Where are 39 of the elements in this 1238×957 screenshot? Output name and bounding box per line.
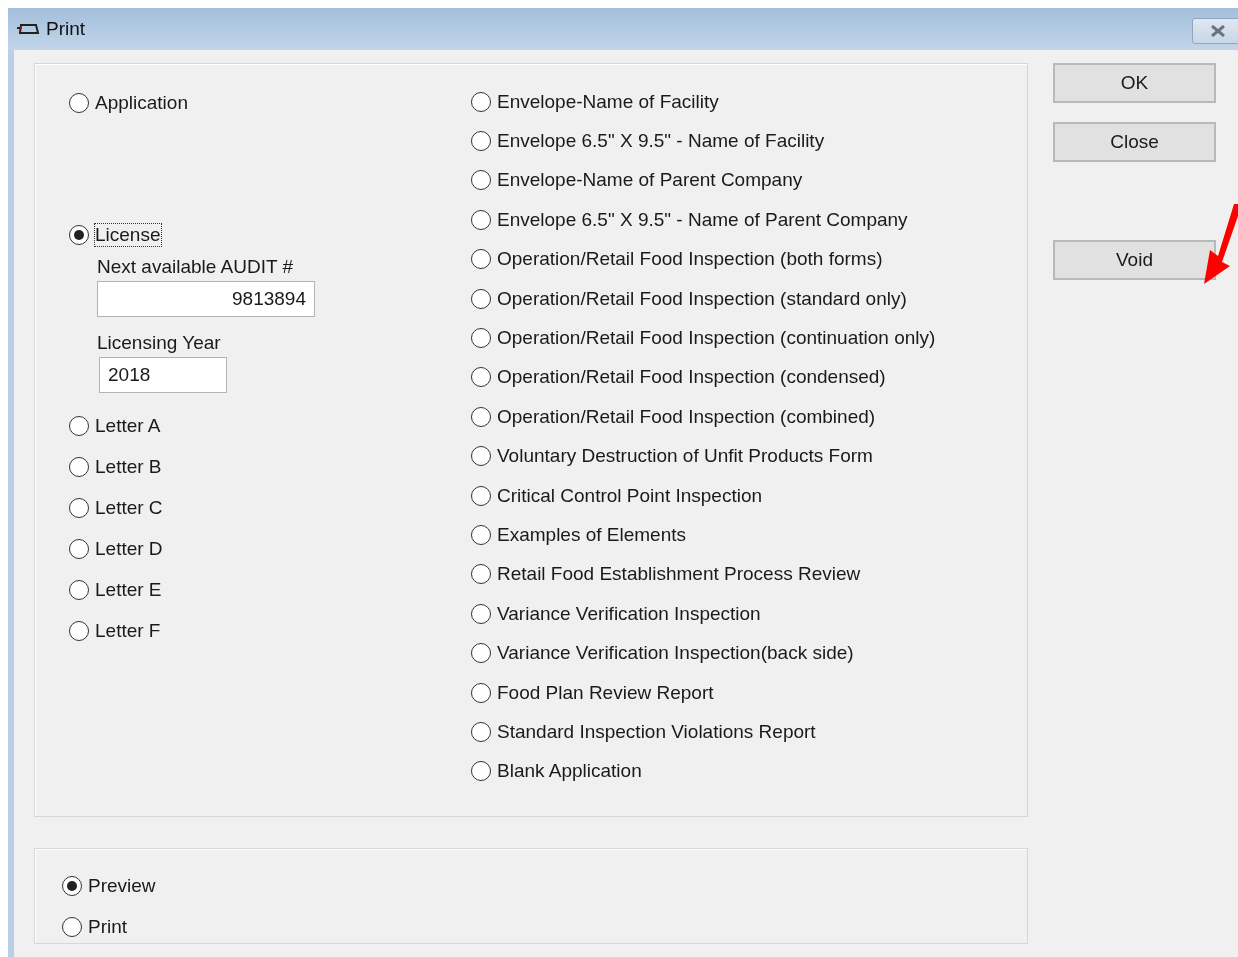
radio-option[interactable]: Critical Control Point Inspection [471, 475, 763, 516]
radio-option[interactable]: Blank Application [471, 751, 642, 792]
close-icon[interactable] [1192, 18, 1238, 44]
radio-option[interactable]: Operation/Retail Food Inspection (condensed) [471, 357, 886, 398]
radio-option[interactable]: Voluntary Destruction of Unfit Products Form [471, 436, 873, 476]
radio-option[interactable]: Envelope-Name of Parent Company [471, 160, 803, 201]
radio-option[interactable]: Retail Food Establishment Process Review [471, 554, 861, 595]
radio-option[interactable]: Letter E [69, 569, 162, 610]
radio-option[interactable]: Letter C [69, 487, 163, 528]
radio-option[interactable]: Letter F [69, 610, 161, 651]
radio-option[interactable]: Operation/Retail Food Inspection (continuation only) [471, 318, 936, 358]
radio-option[interactable]: Envelope-Name of Facility [471, 82, 719, 122]
radio-option[interactable]: Envelope 6.5" X 9.5" - Name of Parent Company [471, 200, 908, 240]
arrow-annotation-icon [1204, 204, 1238, 286]
radio-option[interactable]: Operation/Retail Food Inspection (combined) [471, 397, 876, 437]
field-label: Licensing Year [97, 331, 221, 355]
printer-icon [16, 22, 40, 36]
radio-option[interactable]: License [69, 214, 161, 255]
radio-option[interactable]: Operation/Retail Food Inspection (both forms) [471, 239, 883, 279]
field-label: Next available AUDIT # [97, 255, 294, 279]
radio-option[interactable]: Envelope 6.5" X 9.5" - Name of Facility [471, 121, 825, 161]
radio-option[interactable]: Preview [62, 865, 156, 906]
radio-option[interactable]: Letter A [69, 405, 161, 446]
dialog-button[interactable]: OK [1053, 63, 1216, 103]
dialog-button[interactable]: Void [1053, 240, 1216, 280]
radio-option[interactable]: Variance Verification Inspection(back side) [471, 633, 854, 673]
dialog-button[interactable]: Close [1053, 122, 1216, 162]
window-title: Print [46, 18, 86, 40]
radio-option[interactable]: Food Plan Review Report [471, 672, 714, 713]
radio-option[interactable]: Standard Inspection Violations Report [471, 712, 816, 752]
radio-option[interactable]: Letter D [69, 528, 163, 569]
radio-option[interactable]: Letter B [69, 446, 162, 487]
radio-option[interactable]: Operation/Retail Food Inspection (standard only) [471, 278, 907, 319]
radio-option[interactable]: Application [69, 82, 188, 123]
radio-option[interactable]: Variance Verification Inspection [471, 594, 761, 634]
input-field[interactable]: 9813894 [97, 281, 315, 317]
input-field[interactable]: 2018 [99, 357, 227, 393]
radio-option[interactable]: Examples of Elements [471, 515, 687, 555]
radio-option[interactable]: Print [62, 906, 128, 947]
